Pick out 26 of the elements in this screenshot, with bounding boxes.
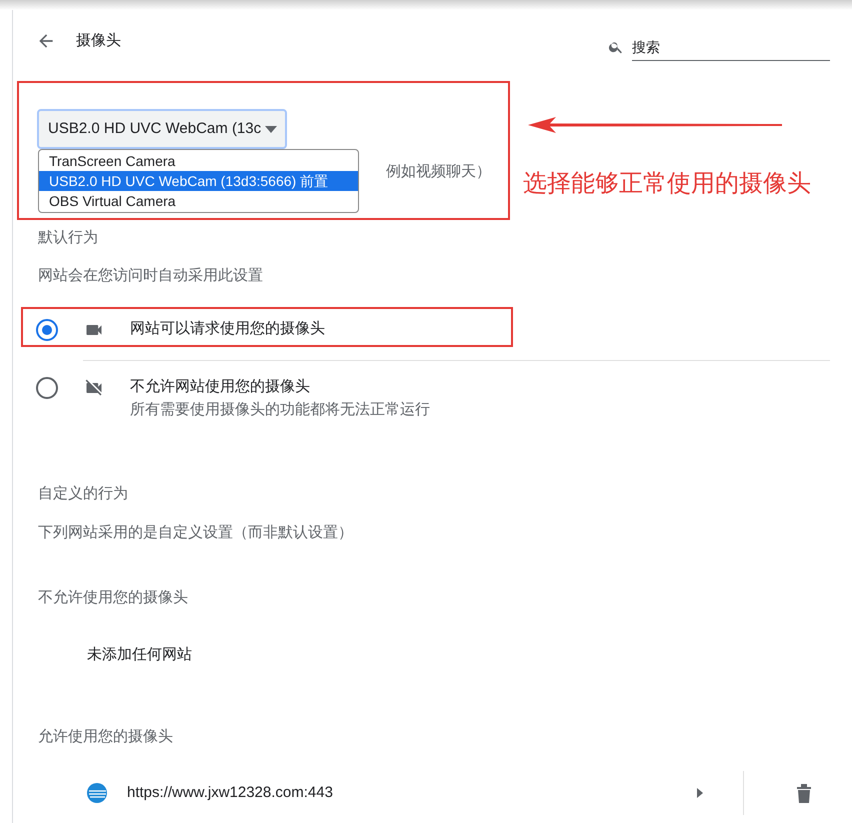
video-camera-off-icon <box>84 378 104 398</box>
section-heading: 自定义的行为 <box>38 484 128 504</box>
dropdown-option[interactable]: OBS Virtual Camera <box>39 191 358 211</box>
section-description: 网站会在您访问时自动采用此设置 <box>38 266 263 286</box>
page-title: 摄像头 <box>76 31 121 51</box>
dropdown-option[interactable]: TranScreen Camera <box>39 151 358 171</box>
delete-icon[interactable] <box>796 783 812 803</box>
dropdown-caret-icon <box>265 126 278 132</box>
site-url: https://www.jxw12328.com:443 <box>127 782 334 803</box>
expand-arrow-icon[interactable] <box>697 788 703 798</box>
dropdown-option[interactable]: USB2.0 HD UVC WebCam (13d3:5666) 前置 <box>39 171 358 191</box>
camera-select[interactable]: USB2.0 HD UVC WebCam (13c <box>37 109 287 149</box>
site-favicon-icon <box>86 782 108 804</box>
option-label: 不允许网站使用您的摄像头 <box>130 377 311 397</box>
section-heading: 不允许使用您的摄像头 <box>38 588 188 608</box>
section-heading: 默认行为 <box>38 228 98 248</box>
search-field[interactable]: 搜索 <box>632 33 830 61</box>
annotation-text: 选择能够正常使用的摄像头 <box>523 169 811 199</box>
radio-button[interactable] <box>36 319 58 341</box>
empty-list-text: 未添加任何网站 <box>87 645 192 665</box>
section-description: 下列网站采用的是自定义设置（而非默认设置） <box>38 523 353 543</box>
radio-button[interactable] <box>36 377 58 399</box>
option-description: 所有需要使用摄像头的功能都将无法正常运行 <box>130 400 430 420</box>
section-heading: 允许使用您的摄像头 <box>38 727 173 747</box>
description-text: 例如视频聊天） <box>386 162 491 182</box>
option-label: 网站可以请求使用您的摄像头 <box>130 319 325 339</box>
